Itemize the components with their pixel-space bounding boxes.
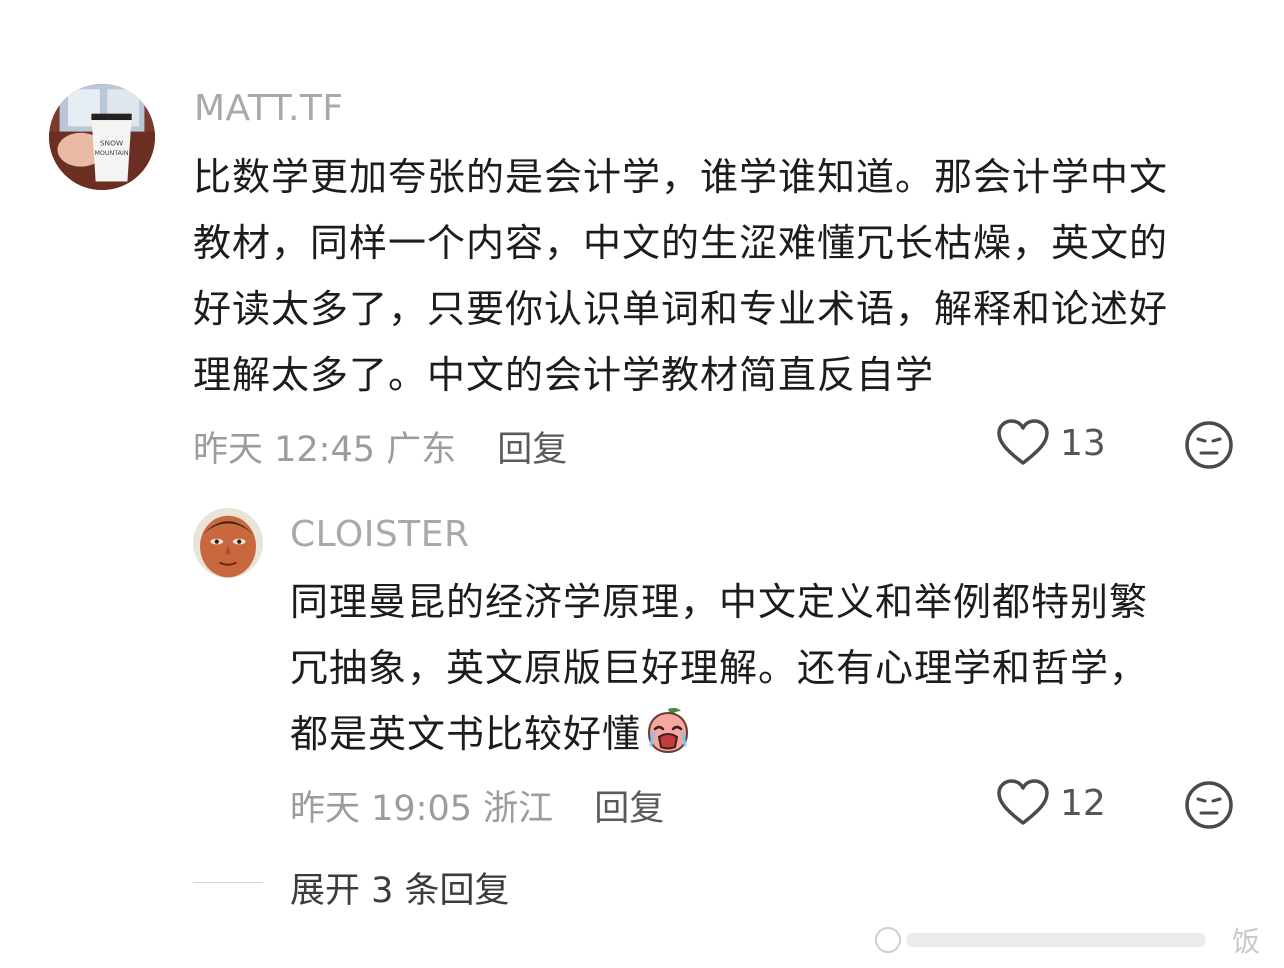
comment-line: 教材，同样一个内容，中文的生涩难懂冗长枯燥，英文的 bbox=[193, 221, 1169, 265]
avatar[interactable]: SNOW MOUNTAIN bbox=[49, 84, 155, 190]
timestamp: 昨天 12:45 bbox=[193, 430, 375, 470]
dislike-face-icon[interactable] bbox=[1184, 780, 1234, 830]
cup-photo-avatar-icon: SNOW MOUNTAIN bbox=[49, 84, 155, 190]
comment-text: 同理曼昆的经济学原理，中文定义和举例都特别繁 冗抽象，英文原版巨好理解。还有心理… bbox=[290, 569, 1148, 767]
comment-line: 同理曼昆的经济学原理，中文定义和举例都特别繁 bbox=[290, 580, 1149, 624]
like-button[interactable]: 13 bbox=[996, 418, 1106, 468]
reply-button[interactable]: 回复 bbox=[497, 430, 567, 470]
svg-text:SNOW: SNOW bbox=[100, 138, 124, 147]
location: 浙江 bbox=[483, 789, 554, 829]
like-button[interactable]: 12 bbox=[996, 778, 1106, 828]
comment-line: 都是英文书比较好懂 bbox=[290, 712, 642, 756]
dislike-face-icon[interactable] bbox=[1184, 420, 1234, 470]
painted-face-avatar-icon bbox=[193, 508, 263, 578]
timestamp: 昨天 19:05 bbox=[290, 789, 472, 829]
watermark-text: 饭 bbox=[1232, 925, 1261, 958]
comment-line-with-emoji: 都是英文书比较好懂 bbox=[290, 701, 1148, 767]
crying-peach-emoji-icon bbox=[648, 707, 689, 754]
reply-button[interactable]: 回复 bbox=[594, 789, 664, 829]
expand-divider bbox=[193, 882, 263, 883]
avatar[interactable] bbox=[193, 508, 263, 578]
watermark-logo-icon bbox=[875, 927, 1206, 953]
expand-replies-button[interactable]: 展开 3 条回复 bbox=[290, 862, 510, 913]
comment-line: 好读太多了，只要你认识单词和专业术语，解释和论述好 bbox=[193, 287, 1169, 331]
username[interactable]: MATT.TF bbox=[194, 88, 344, 129]
heart-icon bbox=[997, 419, 1049, 465]
comment-text: 比数学更加夸张的是会计学，谁学谁知道。那会计学中文 教材，同样一个内容，中文的生… bbox=[193, 144, 1168, 408]
svg-text:MOUNTAIN: MOUNTAIN bbox=[94, 150, 128, 157]
like-count: 12 bbox=[1060, 782, 1106, 824]
like-count: 13 bbox=[1060, 422, 1106, 464]
username[interactable]: CLOISTER bbox=[290, 514, 469, 555]
comment-line: 理解太多了。中文的会计学教材简直反自学 bbox=[193, 353, 935, 397]
watermark: 饭 bbox=[872, 920, 1272, 960]
comment-meta: 昨天 12:45 广东 回复 bbox=[193, 421, 567, 472]
comment-line: 比数学更加夸张的是会计学，谁学谁知道。那会计学中文 bbox=[193, 155, 1169, 199]
comment-line: 冗抽象，英文原版巨好理解。还有心理学和哲学， bbox=[290, 646, 1149, 690]
heart-icon bbox=[997, 779, 1049, 825]
comment-meta: 昨天 19:05 浙江 回复 bbox=[290, 780, 664, 831]
location: 广东 bbox=[386, 430, 457, 470]
